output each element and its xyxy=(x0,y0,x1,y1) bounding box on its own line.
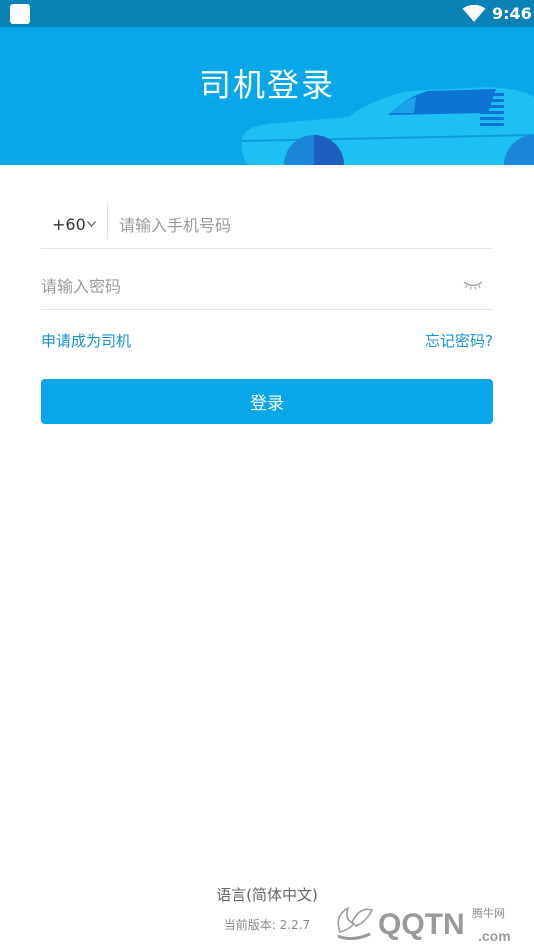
phone-number-row: +60 xyxy=(41,200,493,249)
password-input[interactable] xyxy=(41,274,441,298)
chevron-down-icon[interactable] xyxy=(87,221,96,227)
watermark-brand: QQTN xyxy=(378,908,465,941)
forgot-password-link[interactable]: 忘记密码? xyxy=(425,330,493,351)
watermark-logo-icon xyxy=(337,906,374,941)
login-header: 司机登录 xyxy=(0,27,534,165)
status-bar: 9:46 xyxy=(0,0,534,27)
login-button[interactable]: 登录 xyxy=(41,379,493,424)
apply-driver-link[interactable]: 申请成为司机 xyxy=(41,330,131,351)
password-row xyxy=(41,261,493,310)
wifi-icon xyxy=(462,5,486,22)
country-code-divider xyxy=(107,204,108,239)
watermark: QQTN 腾牛网 .com xyxy=(330,900,534,949)
app-notification-icon xyxy=(10,4,30,24)
watermark-domain: .com xyxy=(478,928,511,944)
eye-closed-icon[interactable] xyxy=(462,278,484,292)
watermark-site-name: 腾牛网 xyxy=(472,907,505,920)
country-code-selector[interactable]: +60 xyxy=(52,215,86,234)
car-illustration xyxy=(241,87,534,165)
phone-input[interactable] xyxy=(119,213,479,237)
status-time: 9:46 xyxy=(492,4,532,23)
